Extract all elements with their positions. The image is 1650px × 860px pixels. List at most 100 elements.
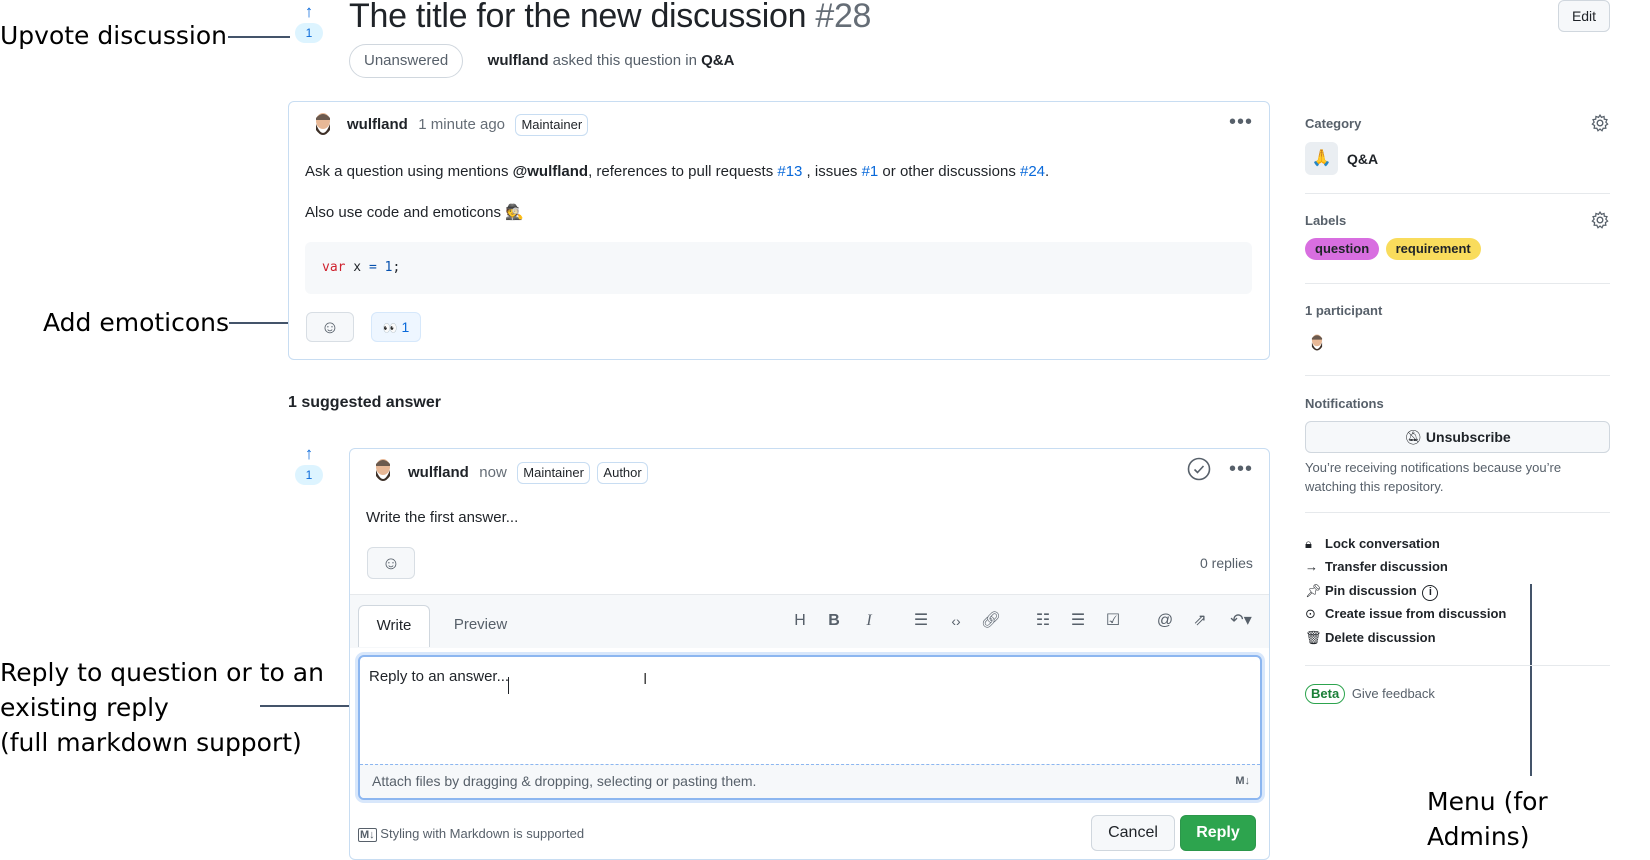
smiley-icon: ☺ (320, 317, 340, 337)
add-reaction-button[interactable]: ☺ (306, 312, 354, 342)
code-text: x (345, 260, 369, 275)
italic-icon[interactable]: I (858, 610, 880, 632)
tab-write[interactable]: Write (358, 605, 430, 647)
cancel-button[interactable]: Cancel (1091, 815, 1175, 851)
discussion-meta: Unanswered wulfland asked this question … (349, 44, 734, 78)
unsubscribe-label: Unsubscribe (1425, 429, 1511, 445)
question-header: wulfland 1 minute ago Maintainer (347, 114, 589, 136)
code-icon[interactable]: ‹› (945, 610, 967, 632)
attach-text: Attach files by dragging & dropping, sel… (372, 773, 757, 789)
unordered-list-icon[interactable]: ☷ (1032, 610, 1054, 632)
notifications-heading: Notifications (1305, 396, 1384, 411)
arrow-up-icon[interactable]: ↑ (295, 445, 323, 462)
issue-link[interactable]: #1 (862, 163, 879, 180)
pin-icon: 📌︎ (1305, 583, 1322, 598)
gear-icon[interactable] (1591, 114, 1609, 132)
reaction-count: 1 (401, 319, 410, 335)
reply-input-value[interactable]: Reply to an answer... (369, 668, 509, 685)
text: . (1045, 163, 1050, 180)
add-reaction-button[interactable]: ☺ (367, 547, 415, 579)
mention-link[interactable]: @wulfland (513, 163, 588, 180)
link-icon[interactable]: 🔗︎ (980, 610, 1002, 632)
upvote-count: 1 (295, 465, 323, 485)
bell-slash-icon: 🔕︎ (1404, 429, 1423, 445)
tab-preview[interactable]: Preview (443, 605, 518, 647)
issue-opened-icon: ⊙ (1305, 606, 1316, 621)
quote-icon[interactable]: ☰ (910, 610, 932, 632)
text: , references to pull requests (588, 163, 778, 180)
discussion-link[interactable]: #24 (1020, 163, 1045, 180)
transfer-discussion-item[interactable]: → Transfer discussion (1305, 557, 1448, 577)
markdown-icon: M↓ (1235, 775, 1250, 787)
reaction-eyes-button[interactable]: 👀 1 (371, 312, 421, 342)
text: Also use code and emoticons (305, 204, 501, 221)
divider (1305, 512, 1610, 513)
info-icon[interactable]: i (1422, 585, 1439, 601)
question-comment (288, 101, 1270, 360)
annotation-line (1530, 584, 1532, 776)
divider (1305, 193, 1610, 194)
eyes-emoji-icon: 👀 (382, 321, 398, 335)
avatar (316, 113, 330, 135)
pull-request-link[interactable]: #13 (777, 163, 802, 180)
mention-icon[interactable]: @ (1154, 610, 1176, 632)
edit-button[interactable]: Edit (1558, 0, 1610, 32)
maintainer-badge: Maintainer (517, 462, 590, 484)
reply-icon[interactable]: ↶▾ (1224, 610, 1258, 632)
labels-list: question requirement (1305, 238, 1481, 260)
reply-button[interactable]: Reply (1180, 815, 1256, 851)
menu-label: Delete discussion (1325, 630, 1436, 645)
discussion-upvote[interactable]: ↑ 1 (295, 3, 323, 43)
menu-label: Transfer discussion (1325, 559, 1448, 574)
attach-files-area[interactable]: Attach files by dragging & dropping, sel… (360, 764, 1260, 798)
author-link[interactable]: wulfland (488, 52, 549, 69)
feedback-row: Beta Give feedback (1305, 684, 1435, 704)
timestamp[interactable]: 1 minute ago (418, 116, 505, 133)
ordered-list-icon[interactable]: ☰ (1067, 610, 1089, 632)
annotation-menu: Menu (for Admins) (1427, 787, 1548, 851)
unsubscribe-button[interactable]: 🔕︎ Unsubscribe (1305, 421, 1610, 453)
question-body-line-2: Also use code and emoticons 🕵️ (305, 203, 524, 221)
more-options-icon[interactable]: ••• (1229, 459, 1253, 479)
answer-upvote[interactable]: ↑ 1 (295, 445, 323, 485)
category-link[interactable]: Q&A (701, 52, 734, 69)
more-options-icon[interactable]: ••• (1229, 112, 1253, 132)
lock-icon: 🔒︎ (1305, 536, 1312, 551)
divider (1305, 665, 1610, 666)
bold-icon[interactable]: B (823, 610, 845, 632)
timestamp[interactable]: now (479, 464, 507, 481)
give-feedback-link[interactable]: Give feedback (1352, 686, 1435, 701)
divider (1305, 283, 1610, 284)
mark-as-answer-icon[interactable] (1187, 457, 1211, 481)
markdown-note-text: Styling with Markdown is supported (380, 826, 585, 841)
lock-conversation-item[interactable]: 🔒︎ Lock conversation (1305, 534, 1440, 554)
participant-avatar[interactable] (1309, 333, 1325, 355)
markdown-note[interactable]: M↓ Styling with Markdown is supported (358, 826, 585, 842)
create-issue-item[interactable]: ⊙ Create issue from discussion (1305, 604, 1506, 624)
gear-icon[interactable] (1591, 211, 1609, 229)
heading-icon[interactable]: H (789, 610, 811, 632)
reply-textarea[interactable]: Reply to an answer... I Attach files by … (358, 655, 1262, 800)
label-question[interactable]: question (1305, 238, 1380, 260)
author-name[interactable]: wulfland (408, 464, 469, 481)
code-operator: = (368, 260, 377, 275)
arrow-up-icon[interactable]: ↑ (295, 3, 323, 20)
text: or other discussions (878, 163, 1020, 180)
annotation-upvote: Upvote discussion (0, 21, 227, 50)
annotation-line (229, 322, 293, 324)
pin-discussion-item[interactable]: 📌︎ Pin discussion i (1305, 581, 1439, 601)
annotation-reply-3: (full markdown support) (0, 728, 302, 757)
reference-icon[interactable]: ⇗ (1189, 610, 1211, 632)
author-badge: Author (597, 462, 648, 484)
trash-icon: 🗑︎ (1305, 630, 1322, 645)
page-title: The title for the new discussion #28 (349, 0, 871, 36)
label-requirement[interactable]: requirement (1385, 238, 1481, 260)
text-cursor (508, 677, 509, 694)
author-name[interactable]: wulfland (347, 116, 408, 133)
avatar (376, 459, 390, 481)
delete-discussion-item[interactable]: 🗑︎ Delete discussion (1305, 628, 1436, 648)
task-list-icon[interactable]: ☑ (1102, 610, 1124, 632)
category-link[interactable]: Q&A (1347, 151, 1378, 167)
status-badge: Unanswered (349, 44, 464, 78)
annotation-emoticons: Add emoticons (43, 308, 230, 337)
